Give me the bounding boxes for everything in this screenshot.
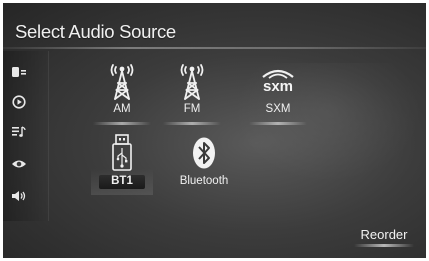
- audio-source-screen: Select Audio Source AM FM sxm SXM BT1 Bl…: [0, 0, 429, 261]
- tile-highlight: [93, 122, 151, 125]
- speaker-volume-icon[interactable]: [3, 183, 35, 209]
- play-circle-icon[interactable]: [3, 89, 35, 115]
- playlist-icon[interactable]: [3, 119, 35, 145]
- sxm-logo: sxm: [259, 59, 297, 103]
- source-bt1[interactable]: BT1: [91, 129, 153, 195]
- source-label: Bluetooth: [179, 175, 229, 187]
- page-title: Select Audio Source: [15, 21, 176, 42]
- bluetooth-icon: [185, 131, 223, 175]
- tile-highlight: [249, 122, 307, 125]
- source-fm[interactable]: FM: [161, 57, 223, 127]
- button-highlight: [354, 244, 414, 247]
- sidebar: [3, 51, 49, 221]
- source-label: FM: [183, 103, 201, 115]
- source-label: BT1: [111, 175, 133, 187]
- radio-tower-icon: [173, 59, 211, 103]
- sxm-logo-text: sxm: [262, 78, 294, 95]
- source-label: SXM: [265, 103, 291, 115]
- source-bluetooth[interactable]: Bluetooth: [173, 129, 235, 195]
- eye-icon[interactable]: [3, 151, 35, 177]
- title-divider: [3, 47, 426, 49]
- reorder-button[interactable]: Reorder: [350, 220, 418, 248]
- source-sxm[interactable]: sxm SXM: [247, 57, 309, 127]
- radio-tower-icon: [103, 59, 141, 103]
- usb-icon: [103, 131, 141, 175]
- source-am[interactable]: AM: [91, 57, 153, 127]
- reorder-label: Reorder: [360, 226, 408, 242]
- source-label: AM: [113, 103, 131, 115]
- tile-highlight: [163, 122, 221, 125]
- phone-menu-icon[interactable]: [3, 59, 35, 85]
